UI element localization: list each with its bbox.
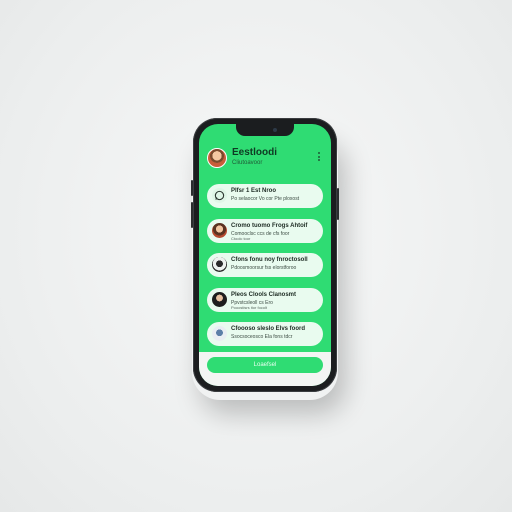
- item-title: Cfons fonu noy fnroctosoll: [231, 257, 308, 263]
- header-title: Eestloodi: [232, 147, 278, 158]
- item-title: Cfoooso sleslo Elvs foord: [231, 326, 306, 332]
- phone-screen: Eestloodi Cliutoavoor Plfsr 1 Est Nroo P…: [199, 124, 331, 386]
- profile-avatar[interactable]: [207, 148, 227, 168]
- side-button-right: [337, 188, 339, 220]
- avatar-icon: [212, 326, 227, 341]
- item-title: Plfsr 1 Est Nroo: [231, 188, 277, 194]
- chat-header: Eestloodi Cliutoavoor: [205, 146, 325, 170]
- avatar-icon: [212, 257, 227, 272]
- more-options-icon[interactable]: [318, 152, 321, 162]
- item-subtitle: Po selaocor Vo cor Pte ploxost: [231, 196, 300, 202]
- side-button-left-2: [191, 202, 193, 228]
- list-item[interactable]: Plfsr 1 Est Nroo Po selaocor Vo cor Pte …: [207, 184, 323, 208]
- notch: [236, 124, 294, 136]
- item-title: Pleos Clools Clanosmt: [231, 291, 297, 298]
- primary-action-button[interactable]: Loaefsel: [207, 357, 323, 373]
- bottom-bar: Loaefsel: [199, 352, 331, 386]
- item-detail: Ctoolc toor: [231, 235, 251, 241]
- avatar-icon: [212, 291, 227, 307]
- list-item[interactable]: Pleos Clools Clanosmt Ppvstcsleoll cs Er…: [207, 287, 323, 312]
- list-item[interactable]: Cromo tuomo Frogs Ahtoif Comooclsc ccs d…: [207, 218, 323, 243]
- side-button-left: [191, 180, 193, 196]
- avatar-icon: [212, 222, 227, 238]
- item-subtitle: Pdoosmoorsur fss elorstforoo: [231, 265, 297, 271]
- header-subtitle: Cliutoavoor: [232, 160, 263, 166]
- item-title: Cromo tuomo Frogs Ahtoif: [231, 222, 308, 229]
- item-detail: Pooostisrs itor focolt: [231, 304, 268, 310]
- item-subtitle: Ssocsoceosco Ela fons tdcr: [231, 334, 293, 340]
- list-item[interactable]: Cfons fonu noy fnroctosoll Pdoosmoorsur …: [207, 253, 323, 277]
- list-item[interactable]: Cfoooso sleslo Elvs foord Ssocsoceosco E…: [207, 322, 323, 346]
- whatsapp-icon: [212, 188, 227, 203]
- phone-device: Eestloodi Cliutoavoor Plfsr 1 Est Nroo P…: [191, 118, 339, 392]
- message-list: Plfsr 1 Est Nroo Po selaocor Vo cor Pte …: [207, 184, 323, 357]
- camera-icon: [273, 128, 277, 132]
